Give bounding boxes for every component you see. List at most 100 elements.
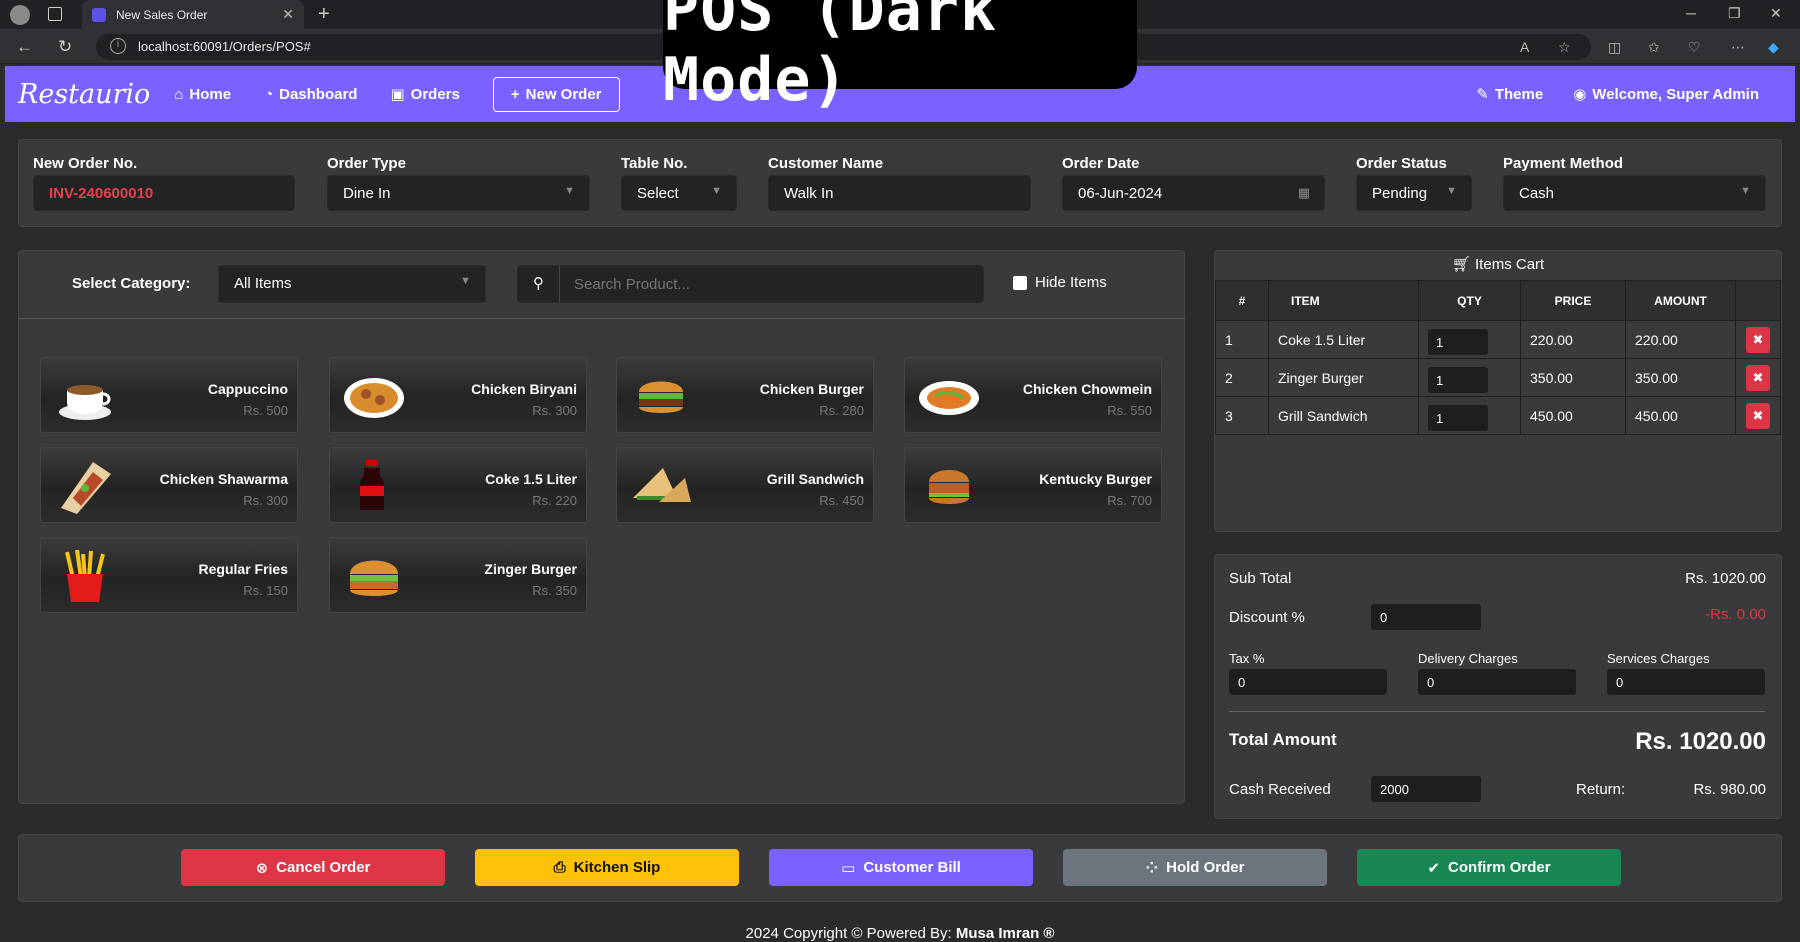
return-value: Rs. 980.00 [1693, 781, 1766, 798]
payment-method-select[interactable]: Cash ▼ [1503, 175, 1766, 211]
product-image [342, 548, 406, 604]
welcome-label: Welcome, Super Admin [1592, 85, 1759, 103]
spinner-icon: ⁘ [1145, 859, 1159, 877]
hide-items-checkbox[interactable] [1013, 276, 1027, 290]
cart-row-number: 3 [1215, 396, 1269, 435]
product-card[interactable]: Chicken Shawarma Rs. 300 [40, 447, 298, 523]
copilot-icon[interactable]: ◆ [1768, 39, 1779, 56]
cash-received-label: Cash Received [1229, 781, 1331, 798]
table-no-select[interactable]: Select ▼ [621, 175, 737, 211]
favorites-icon[interactable]: ✩ [1648, 39, 1660, 56]
extensions-icon[interactable]: ♡ [1688, 39, 1701, 56]
footer: 2024 Copyright © Powered By: Musa Imran … [0, 925, 1800, 942]
new-tab-icon[interactable]: + [318, 3, 330, 26]
cart-row-item: Zinger Burger [1268, 358, 1419, 397]
product-card[interactable]: Cappuccino Rs. 500 [40, 357, 298, 433]
customer-bill-button[interactable]: ▭ Customer Bill [769, 849, 1033, 886]
product-card[interactable]: Zinger Burger Rs. 350 [329, 537, 587, 613]
check-circle-icon: ✔ [1427, 859, 1441, 877]
order-type-select[interactable]: Dine In ▼ [327, 175, 590, 211]
return-label: Return: [1576, 781, 1626, 798]
nav-dashboard[interactable]: ◔ Dashboard [264, 86, 357, 103]
minimize-icon[interactable]: ─ [1686, 5, 1696, 21]
close-window-icon[interactable]: ✕ [1770, 5, 1782, 22]
col-item: ITEM [1268, 280, 1419, 321]
customer-bill-label: Customer Bill [863, 859, 961, 876]
discount-input[interactable]: 0 [1371, 604, 1481, 630]
remove-item-icon[interactable]: ✖ [1746, 364, 1770, 391]
cart-row-qty-cell: 1 [1418, 320, 1521, 359]
product-card[interactable]: Chicken Burger Rs. 280 [616, 357, 874, 433]
nav-orders[interactable]: ▣ Orders [390, 85, 459, 104]
services-input[interactable]: 0 [1607, 669, 1765, 695]
order-date-label: Order Date [1062, 155, 1140, 172]
product-card[interactable]: Grill Sandwich Rs. 450 [616, 447, 874, 523]
product-name: Regular Fries [198, 561, 288, 577]
profile-avatar[interactable] [10, 5, 30, 25]
chevron-down-icon: ▼ [1446, 185, 1457, 197]
category-select[interactable]: All Items ▼ [218, 265, 486, 303]
cart-row-number: 2 [1215, 358, 1269, 397]
discount-label: Discount % [1229, 609, 1305, 626]
url-text: localhost:60091/Orders/POS# [138, 39, 311, 54]
product-image [629, 458, 693, 514]
search-icon[interactable]: ⚲ [518, 266, 560, 302]
product-card[interactable]: Coke 1.5 Liter Rs. 220 [329, 447, 587, 523]
favorite-star-icon[interactable]: ☆ [1558, 39, 1571, 56]
new-order-button[interactable]: + New Order [492, 76, 620, 112]
order-date-field[interactable]: 06-Jun-2024 ▦ [1062, 175, 1325, 211]
more-menu-icon[interactable]: ⋯ [1731, 39, 1745, 56]
restore-icon[interactable]: ❐ [1728, 5, 1741, 22]
delivery-input[interactable]: 0 [1418, 669, 1576, 695]
col-qty: QTY [1418, 280, 1521, 321]
remove-item-icon[interactable]: ✖ [1746, 402, 1770, 429]
cart-row: 1 Coke 1.5 Liter 1 220.00 220.00 ✖ [1215, 320, 1781, 359]
site-info-icon[interactable]: i [110, 38, 126, 54]
tab-actions-icon[interactable] [48, 7, 62, 21]
product-card[interactable]: Regular Fries Rs. 150 [40, 537, 298, 613]
remove-item-icon[interactable]: ✖ [1746, 326, 1770, 353]
browser-tab[interactable]: New Sales Order ✕ [82, 0, 304, 29]
customer-name-field[interactable]: Walk In [768, 175, 1031, 211]
chevron-down-icon: ▼ [1740, 185, 1751, 197]
cash-received-input[interactable]: 2000 [1371, 776, 1481, 802]
bag-icon: ▣ [390, 86, 405, 103]
product-card[interactable]: Chicken Biryani Rs. 300 [329, 357, 587, 433]
new-order-label: New Order [525, 85, 602, 103]
cart-title: Items Cart [1475, 256, 1545, 273]
theme-toggle[interactable]: ✎ Theme [1476, 85, 1543, 104]
col-action [1735, 280, 1781, 321]
product-price: Rs. 300 [532, 403, 577, 418]
tab-title: New Sales Order [116, 7, 208, 22]
total-amount-value: Rs. 1020.00 [1635, 728, 1766, 755]
subtotal-label: Sub Total [1229, 570, 1292, 587]
brand-logo[interactable]: Restaurio [18, 79, 150, 110]
calendar-icon[interactable]: ▦ [1298, 185, 1310, 201]
qty-input[interactable]: 1 [1428, 328, 1488, 355]
search-box[interactable]: ⚲ [517, 265, 984, 303]
qty-input[interactable]: 1 [1428, 366, 1488, 393]
product-card[interactable]: Kentucky Burger Rs. 700 [904, 447, 1162, 523]
order-status-select[interactable]: Pending ▼ [1356, 175, 1472, 211]
read-aloud-icon[interactable]: A [1520, 39, 1529, 55]
cart-table: # ITEM QTY PRICE AMOUNT 1 Coke 1.5 Liter… [1215, 280, 1781, 435]
product-name: Chicken Shawarma [159, 471, 288, 487]
confirm-order-button[interactable]: ✔ Confirm Order [1357, 849, 1621, 886]
discount-value: -Rs. 0.00 [1705, 606, 1766, 623]
user-menu[interactable]: ◉ Welcome, Super Admin [1573, 85, 1759, 104]
tab-close-icon[interactable]: ✕ [282, 6, 294, 23]
back-icon[interactable]: ← [16, 37, 33, 57]
qty-input[interactable]: 1 [1428, 404, 1488, 431]
search-input[interactable] [560, 266, 980, 302]
kitchen-slip-button[interactable]: ⎙ Kitchen Slip [475, 849, 739, 886]
nav-home[interactable]: ⌂ Home [174, 86, 231, 103]
order-no-field[interactable]: INV-240600010 [33, 175, 295, 211]
tax-input[interactable]: 0 [1229, 669, 1387, 695]
reload-icon[interactable]: ↻ [58, 37, 72, 57]
cancel-order-button[interactable]: ⊗ Cancel Order [181, 849, 445, 886]
split-screen-icon[interactable]: ◫ [1608, 39, 1621, 56]
kitchen-slip-label: Kitchen Slip [573, 859, 661, 876]
hold-order-button[interactable]: ⁘ Hold Order [1063, 849, 1327, 886]
product-card[interactable]: Chicken Chowmein Rs. 550 [904, 357, 1162, 433]
cart-row-price: 220.00 [1520, 320, 1626, 359]
